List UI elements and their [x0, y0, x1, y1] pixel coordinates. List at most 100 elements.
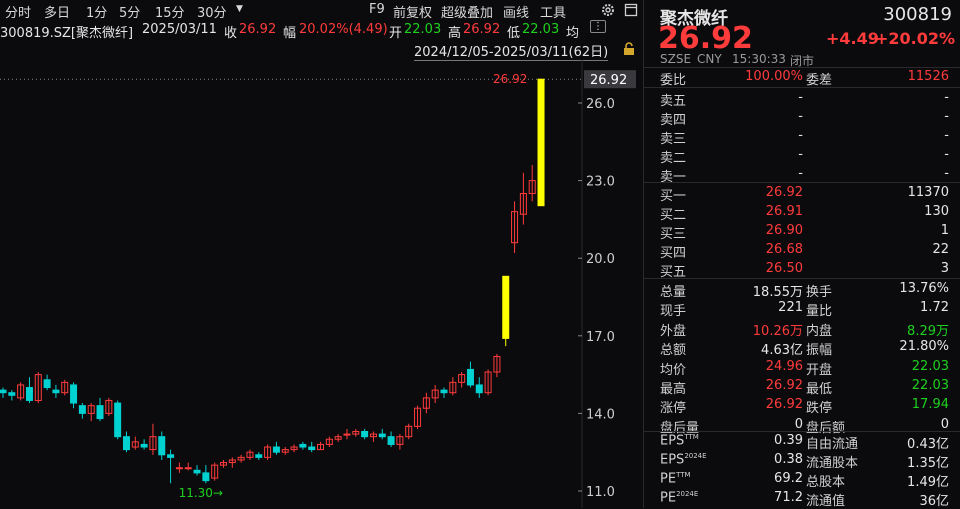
ask-row[interactable]: 卖三 - - [644, 127, 960, 147]
close-caption: 收 [224, 26, 238, 41]
stat-label: 涨停 [660, 401, 687, 417]
candlestick-chart[interactable]: 26.0 23.0 20.0 17.0 14.0 11.0 26.92 26.92 11.30→ [0, 60, 643, 508]
fundamental-label: PETTM [660, 471, 691, 486]
bid-row[interactable]: 买三 26.90 1 [644, 222, 960, 242]
candle-body [78, 405, 86, 414]
ask-volume: - [944, 166, 949, 181]
bid-row[interactable]: 买五 26.50 3 [644, 260, 960, 280]
lock-icon[interactable] [621, 41, 637, 57]
candle-body [8, 392, 16, 396]
stat-label: 现手 [660, 304, 687, 320]
tab-multiday[interactable]: 多日 [44, 2, 70, 21]
tab-intraday[interactable]: 分时 [5, 2, 31, 21]
candle-body [114, 402, 122, 438]
time-label: 15:30:33 [732, 52, 786, 66]
caret-down-icon[interactable]: ▼ [236, 4, 243, 14]
metric-name: PE [660, 471, 677, 487]
stat-row: 均价 24.96 开盘 22.03 [644, 358, 960, 378]
bid-volume: 1 [940, 223, 949, 238]
ask-label: 卖五 [660, 94, 687, 109]
stat-value: 4.63亿 [761, 343, 803, 359]
metric-name: PE [660, 490, 677, 506]
stat-value: 21.80% [899, 339, 949, 355]
stock-code: 300819 [883, 4, 952, 25]
stat-value: 13.76% [899, 281, 949, 296]
candle-body [175, 467, 183, 470]
bid-price: 26.90 [765, 223, 803, 238]
candle-body [308, 446, 316, 451]
candle-body [52, 389, 60, 394]
fundamental-value: 0.39 [774, 433, 803, 448]
ask-label: 卖四 [660, 113, 687, 128]
overlay-button[interactable]: 超级叠加 [441, 2, 493, 21]
last-price: 26.92 [658, 21, 753, 56]
gear-icon[interactable] [600, 2, 616, 18]
stat-value: 0 [940, 416, 949, 432]
ask-price: - [798, 90, 803, 105]
window-icon[interactable] [624, 3, 638, 17]
low-caption: 低 [507, 26, 521, 41]
candle-body [299, 443, 307, 448]
stat-label: 振幅 [806, 343, 833, 359]
exchange-label: SZSE [660, 52, 692, 66]
ask-volume: - [944, 147, 949, 162]
date-range-label[interactable]: 2024/12/05-2025/03/11(62日) [414, 41, 609, 61]
stat-value: 24.96 [765, 358, 803, 374]
low-value: 22.03 [522, 22, 560, 37]
y-tick-label: 26.0 [586, 97, 615, 112]
fundamental-value: 1.35亿 [907, 456, 949, 471]
expand-icon[interactable]: ⋮ [590, 20, 606, 33]
draw-button[interactable]: 画线 [503, 2, 529, 21]
change-value: 20.02%(4.49) [299, 22, 388, 37]
stat-value: 1.72 [920, 300, 949, 316]
stat-label: 均价 [660, 362, 687, 378]
ask-row[interactable]: 卖四 - - [644, 108, 960, 128]
metric-period: 2024E [684, 452, 707, 460]
fundamental-label: PE2024E [660, 490, 698, 505]
stat-label: 换手 [806, 285, 833, 300]
stat-value: 221 [778, 300, 803, 316]
stat-row: 外盘 10.26万 内盘 8.29万 [644, 319, 960, 339]
candle-body [0, 389, 7, 394]
fundamental-value: 71.2 [774, 490, 803, 505]
ask-price: - [798, 147, 803, 162]
symbol-label: 300819.SZ[聚杰微纤] [0, 26, 134, 41]
stat-value: 18.55万 [752, 285, 803, 300]
ask-price: - [798, 109, 803, 124]
stat-label: 跌停 [806, 401, 833, 417]
bid-row[interactable]: 买一 26.92 11370 [644, 184, 960, 204]
tab-5min[interactable]: 5分 [119, 2, 140, 21]
tab-30min[interactable]: 30分 [197, 2, 227, 21]
candle-body [193, 469, 201, 474]
y-tick-label: 23.0 [586, 175, 615, 190]
last-price-tag-text: 26.92 [590, 73, 627, 88]
candle-body [343, 433, 351, 436]
y-tick-label: 17.0 [586, 330, 615, 345]
adjust-button[interactable]: 前复权 [393, 2, 432, 21]
tab-1min[interactable]: 1分 [86, 2, 107, 21]
diff-label: 委差 [806, 73, 833, 88]
stat-value: 0 [794, 416, 803, 432]
tools-button[interactable]: 工具 [540, 2, 566, 21]
tab-15min[interactable]: 15分 [155, 2, 185, 21]
ask-volume: - [944, 90, 949, 105]
metric-period: TTM [676, 471, 691, 479]
stat-label: 最低 [806, 382, 833, 397]
bid-row[interactable]: 买二 26.91 130 [644, 203, 960, 223]
f9-button[interactable]: F9 [369, 2, 385, 17]
ask-row[interactable]: 卖二 - - [644, 146, 960, 166]
fundamental-value: 0.43亿 [907, 437, 949, 452]
fundamental-label: 流通值 [806, 494, 846, 509]
fundamental-value: 1.49亿 [907, 475, 949, 490]
bid-row[interactable]: 买四 26.68 22 [644, 241, 960, 261]
candle-body [387, 436, 395, 445]
bid-volume: 3 [940, 261, 949, 276]
stat-label: 总量 [660, 285, 687, 300]
chart-panel: 分时 多日 1分 5分 15分 30分 ▼ F9 前复权 超级叠加 画线 工具 … [0, 0, 643, 508]
divider-line [644, 87, 960, 88]
fundamental-row: PETTM 69.2 总股本 1.49亿 [644, 470, 960, 490]
quote-panel: 聚杰微纤 300819 26.92 +4.49 +20.02% SZSE CNY… [644, 0, 960, 509]
candle-body [466, 368, 474, 386]
ask-row[interactable]: 卖五 - - [644, 89, 960, 109]
stat-value: 10.26万 [752, 323, 803, 339]
